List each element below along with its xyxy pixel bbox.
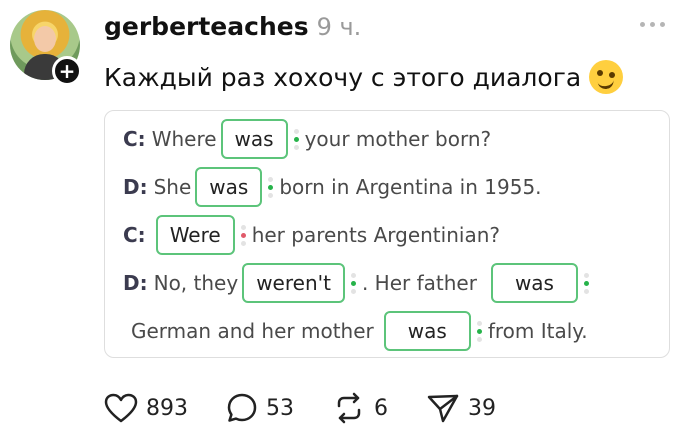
send-icon bbox=[427, 394, 459, 423]
incorrect-marker-icon bbox=[240, 224, 246, 246]
line-text-before: She bbox=[153, 175, 192, 199]
line-text-after: . Her father bbox=[361, 271, 477, 295]
like-count: 893 bbox=[146, 395, 188, 421]
answer-box: was bbox=[220, 119, 288, 159]
username[interactable]: gerberteaches bbox=[104, 12, 309, 41]
speaker-label: D: bbox=[123, 271, 148, 295]
answer-box: was bbox=[490, 263, 578, 303]
follow-plus-icon[interactable]: + bbox=[52, 56, 82, 86]
line-text-after: born in Argentina in 1955. bbox=[279, 175, 542, 199]
correct-marker-icon bbox=[583, 272, 589, 294]
line-text-after: from Italy. bbox=[487, 319, 588, 343]
correct-marker-icon bbox=[476, 320, 482, 342]
share-button[interactable]: 39 bbox=[426, 392, 496, 424]
post-text: Каждый раз хохочу с этого диалога bbox=[104, 60, 624, 94]
more-options-icon[interactable] bbox=[640, 22, 665, 27]
line-text-before: German and her mother bbox=[131, 319, 374, 343]
answer-box: was bbox=[195, 167, 263, 207]
timestamp: 9 ч. bbox=[316, 13, 362, 41]
answer-box: Were bbox=[155, 215, 235, 255]
exercise-line-1: C: Where was your mother born? bbox=[123, 119, 491, 159]
answer-box: weren't bbox=[242, 263, 345, 303]
comment-icon bbox=[227, 393, 257, 422]
speaker-label: D: bbox=[123, 175, 148, 199]
line-text-before: Where bbox=[151, 127, 217, 151]
line-text-after: her parents Argentinian? bbox=[251, 223, 500, 247]
share-count: 39 bbox=[468, 395, 496, 421]
woozy-face-emoji-icon bbox=[589, 60, 624, 94]
line-text-after: your mother born? bbox=[304, 127, 492, 151]
post-text-content: Каждый раз хохочу с этого диалога bbox=[104, 62, 582, 92]
answer-box: was bbox=[383, 311, 471, 351]
exercise-line-2: D: She was born in Argentina in 1955. bbox=[123, 167, 542, 207]
repost-icon bbox=[337, 392, 361, 424]
speaker-label: C: bbox=[123, 127, 146, 151]
like-button[interactable]: 893 bbox=[104, 393, 188, 423]
line-text-before: No, they bbox=[153, 271, 239, 295]
exercise-line-4: D: No, they weren't . Her father was bbox=[123, 263, 595, 303]
comment-count: 53 bbox=[266, 395, 294, 421]
post-actions: 893 53 6 39 bbox=[104, 392, 534, 424]
avatar-face bbox=[34, 26, 56, 52]
exercise-line-5: German and her mother was from Italy. bbox=[131, 311, 588, 351]
heart-icon bbox=[104, 393, 138, 423]
repost-count: 6 bbox=[374, 395, 388, 421]
speaker-label: C: bbox=[123, 223, 146, 247]
correct-marker-icon bbox=[268, 176, 274, 198]
correct-marker-icon bbox=[293, 128, 299, 150]
exercise-image[interactable]: C: Where was your mother born? D: She wa… bbox=[104, 110, 670, 358]
exercise-line-3: C: Were her parents Argentinian? bbox=[123, 215, 500, 255]
correct-marker-icon bbox=[350, 272, 356, 294]
post-header: gerberteaches 9 ч. bbox=[104, 12, 361, 41]
repost-button[interactable]: 6 bbox=[332, 392, 388, 424]
comment-button[interactable]: 53 bbox=[226, 392, 294, 424]
